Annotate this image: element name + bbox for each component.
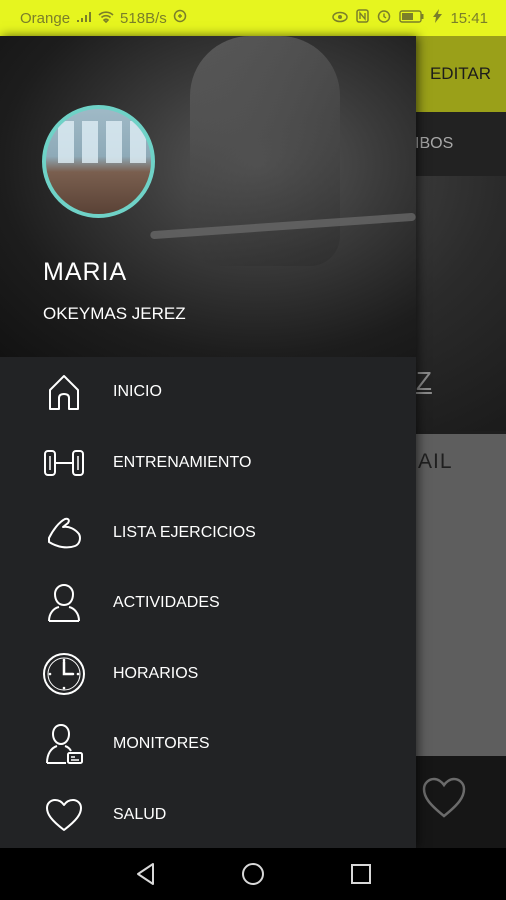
menu-item-actividades[interactable]: ACTIVIDADES [0, 568, 416, 638]
user-gym: OKEYMAS JEREZ [43, 304, 186, 323]
dumbbell-icon [40, 439, 88, 487]
menu-item-label: LISTA EJERCICIOS [113, 523, 256, 541]
navigation-drawer: MARIA OKEYMAS JEREZ INICIO ENTRENAMIENTO… [0, 36, 416, 848]
menu-item-horarios[interactable]: HORARIOS [0, 639, 416, 709]
background-tab[interactable]: IBOS [415, 112, 506, 176]
background-link-fragment: Z [416, 366, 432, 396]
home-nav-icon[interactable] [240, 861, 266, 887]
menu-item-monitores[interactable]: MONITORES [0, 709, 416, 779]
user-name: MARIA [43, 258, 128, 286]
drawer-header: MARIA OKEYMAS JEREZ [0, 36, 416, 357]
menu-item-label: HORARIOS [113, 664, 199, 682]
menu-item-salud[interactable]: SALUD [0, 779, 416, 849]
eye-icon [332, 10, 349, 27]
heart-icon [40, 791, 88, 839]
battery-icon [399, 9, 425, 27]
status-left: Orange 518B/s [20, 9, 187, 27]
menu-item-label: ENTRENAMIENTO [113, 453, 252, 471]
back-icon[interactable] [133, 861, 159, 887]
person-icon [40, 579, 88, 627]
status-right: 15:41 [332, 9, 488, 27]
avatar[interactable] [42, 105, 155, 218]
menu-item-inicio[interactable]: INICIO [0, 357, 416, 427]
alarm-icon [377, 9, 391, 27]
menu-item-entrenamiento[interactable]: ENTRENAMIENTO [0, 427, 416, 497]
drawer-menu: INICIO ENTRENAMIENTO LISTA EJERCICIOS AC… [0, 357, 416, 850]
home-icon [40, 368, 88, 416]
monitor-badge-icon [40, 720, 88, 768]
arm-icon [40, 509, 88, 557]
data-saver-icon [173, 9, 187, 27]
nfc-icon [356, 9, 370, 27]
clock-time: 15:41 [450, 9, 488, 27]
wifi-icon [98, 10, 114, 27]
net-speed: 518B/s [120, 9, 167, 27]
menu-item-label: MONITORES [113, 735, 210, 753]
menu-item-lista-ejercicios[interactable]: LISTA EJERCICIOS [0, 498, 416, 568]
menu-item-label: ACTIVIDADES [113, 594, 220, 612]
carrier-label: Orange [20, 9, 71, 27]
menu-item-label: INICIO [113, 383, 162, 401]
favorite-heart-icon[interactable] [421, 776, 467, 820]
edit-button[interactable]: EDITAR [415, 36, 506, 112]
status-bar: Orange 518B/s 15:41 [0, 0, 506, 36]
charging-icon [433, 9, 443, 27]
clock-icon [40, 650, 88, 698]
background-panel-text: AIL [418, 450, 453, 473]
signal-icon [76, 10, 92, 27]
menu-item-label: SALUD [113, 805, 167, 823]
background-panel [415, 434, 506, 756]
system-nav-bar [0, 848, 506, 900]
recents-icon[interactable] [348, 861, 374, 887]
